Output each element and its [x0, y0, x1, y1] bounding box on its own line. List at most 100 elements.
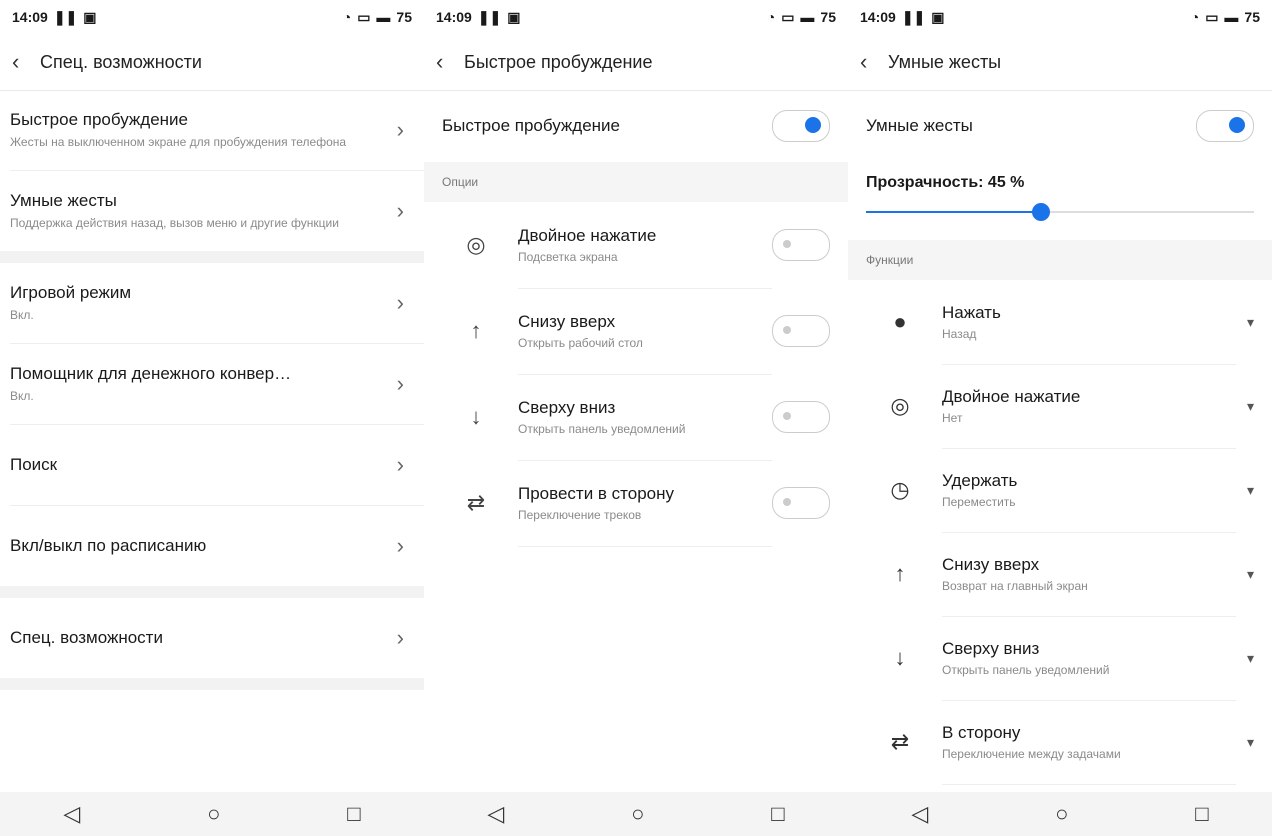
- nav-bar: ◁ ○ □: [0, 792, 424, 836]
- item-subtitle: Вкл.: [10, 388, 34, 403]
- pause-icon: ❚❚: [901, 8, 926, 25]
- option-subtitle: Открыть панель уведомлений: [518, 421, 686, 436]
- list-item-red-envelope-helper[interactable]: Помощник для денежного конвер… Вкл. ›: [0, 344, 424, 424]
- back-icon[interactable]: ‹: [12, 49, 40, 75]
- nav-home-icon[interactable]: ○: [631, 801, 644, 827]
- function-title: Нажать: [942, 302, 1001, 322]
- pause-icon: ❚❚: [53, 8, 78, 25]
- toggle-swipe-down[interactable]: [772, 401, 830, 433]
- toggle-swipe-up[interactable]: [772, 315, 830, 347]
- dropdown-arrow-icon[interactable]: ▾: [1236, 482, 1254, 499]
- page-title: Спец. возможности: [40, 51, 202, 72]
- option-subtitle: Открыть рабочий стол: [518, 335, 643, 350]
- item-subtitle: Поддержка действия назад, вызов меню и д…: [10, 215, 339, 230]
- option-swipe-side[interactable]: ⇄ Провести в сторону Переключение треков: [424, 460, 848, 547]
- smart-gestures-toggle[interactable]: [1196, 110, 1254, 142]
- app-bar: ‹ Быстрое пробуждение: [424, 34, 848, 91]
- nav-back-icon[interactable]: ◁: [911, 801, 928, 827]
- dropdown-arrow-icon[interactable]: ▾: [1236, 650, 1254, 667]
- item-subtitle: Вкл.: [10, 307, 34, 322]
- nav-back-icon[interactable]: ◁: [487, 801, 504, 827]
- double-tap-icon: ◎: [466, 232, 486, 257]
- nav-back-icon[interactable]: ◁: [63, 801, 80, 827]
- chevron-right-icon: ›: [396, 117, 404, 142]
- function-double-tap[interactable]: ◎ Двойное нажатие Нет ▾: [848, 364, 1272, 449]
- app-bar: ‹ Спец. возможности: [0, 34, 424, 91]
- smart-gestures-toggle-row[interactable]: Умные жесты: [848, 90, 1272, 162]
- option-swipe-up[interactable]: ↑ Снизу вверх Открыть рабочий стол: [424, 288, 848, 375]
- option-subtitle: Подсветка экрана: [518, 249, 618, 264]
- option-title: Провести в сторону: [518, 483, 675, 503]
- nav-recents-icon[interactable]: □: [347, 801, 360, 827]
- nav-recents-icon[interactable]: □: [1195, 801, 1208, 827]
- list-item-quick-wake[interactable]: Быстрое пробуждение Жесты на выключенном…: [0, 90, 424, 170]
- nav-recents-icon[interactable]: □: [771, 801, 784, 827]
- chevron-right-icon: ›: [396, 533, 404, 558]
- function-title: Двойное нажатие: [942, 386, 1081, 406]
- function-swipe-up[interactable]: ↑ Снизу вверх Возврат на главный экран ▾: [848, 532, 1272, 617]
- option-title: Снизу вверх: [518, 311, 616, 331]
- item-subtitle: Жесты на выключенном экране для пробужде…: [10, 134, 347, 149]
- quick-wake-toggle-row[interactable]: Быстрое пробуждение: [424, 90, 848, 162]
- back-icon[interactable]: ‹: [860, 49, 888, 75]
- status-bar: 14:09 ❚❚ ▣ ◔ ▭ ▬ 75: [424, 0, 848, 34]
- quick-wake-toggle[interactable]: [772, 110, 830, 142]
- screen-smart-gestures: 14:09 ❚❚ ▣ ◔ ▭ ▬ 75 ‹ Умные жесты Умные …: [848, 0, 1272, 836]
- item-title: Поиск: [10, 455, 58, 474]
- slider-thumb[interactable]: [1031, 203, 1050, 221]
- image-icon: ▣: [83, 8, 97, 25]
- option-subtitle: Переключение треков: [518, 507, 642, 522]
- function-subtitle: Возврат на главный экран: [942, 578, 1088, 593]
- dropdown-arrow-icon[interactable]: ▾: [1236, 314, 1254, 331]
- status-time: 14:09: [12, 9, 48, 25]
- settings-list: Быстрое пробуждение Жесты на выключенном…: [0, 90, 424, 792]
- status-time: 14:09: [860, 9, 896, 25]
- item-title: Помощник для денежного конвер…: [10, 363, 292, 383]
- item-title: Быстрое пробуждение: [10, 109, 189, 129]
- pause-icon: ❚❚: [477, 8, 502, 25]
- chevron-right-icon: ›: [396, 290, 404, 315]
- toggle-double-tap[interactable]: [772, 229, 830, 261]
- function-tap[interactable]: ● Нажать Назад ▾: [848, 280, 1272, 365]
- section-label: Опции: [424, 162, 848, 202]
- function-title: Удержать: [942, 470, 1018, 490]
- toggle-swipe-side[interactable]: [772, 487, 830, 519]
- tap-icon: ●: [893, 309, 907, 334]
- nav-home-icon[interactable]: ○: [207, 801, 220, 827]
- function-swipe-down[interactable]: ↓ Сверху вниз Открыть панель уведомлений…: [848, 616, 1272, 701]
- dropdown-arrow-icon[interactable]: ▾: [1236, 566, 1254, 583]
- option-swipe-down[interactable]: ↓ Сверху вниз Открыть панель уведомлений: [424, 374, 848, 461]
- function-subtitle: Переместить: [942, 494, 1016, 509]
- sim-icon: ▭: [781, 8, 795, 25]
- wifi-icon: ◔: [1190, 9, 1200, 25]
- list-item-accessibility[interactable]: Спец. возможности ›: [0, 598, 424, 678]
- page-title: Быстрое пробуждение: [464, 51, 653, 72]
- transparency-slider[interactable]: [866, 200, 1254, 224]
- section-label: Функции: [848, 240, 1272, 280]
- screen-quick-wake: 14:09 ❚❚ ▣ ◔ ▭ ▬ 75 ‹ Быстрое пробуждени…: [424, 0, 848, 836]
- list-item-game-mode[interactable]: Игровой режим Вкл. ›: [0, 263, 424, 343]
- option-title: Сверху вниз: [518, 397, 616, 417]
- chevron-right-icon: ›: [396, 452, 404, 477]
- swipe-side-icon: ⇄: [890, 729, 910, 754]
- image-icon: ▣: [507, 8, 521, 25]
- sim-icon: ▭: [1205, 8, 1219, 25]
- dropdown-arrow-icon[interactable]: ▾: [1236, 734, 1254, 751]
- battery-level: 75: [1244, 9, 1260, 25]
- item-title: Игровой режим: [10, 282, 132, 302]
- option-double-tap[interactable]: ◎ Двойное нажатие Подсветка экрана: [424, 202, 848, 289]
- transparency-control: Прозрачность: 45 %: [848, 162, 1272, 240]
- function-title: Сверху вниз: [942, 638, 1040, 658]
- function-swipe-side[interactable]: ⇄ В сторону Переключение между задачами …: [848, 700, 1272, 785]
- nav-home-icon[interactable]: ○: [1055, 801, 1068, 827]
- list-item-smart-gestures[interactable]: Умные жесты Поддержка действия назад, вы…: [0, 171, 424, 251]
- nav-bar: ◁ ○ □: [848, 792, 1272, 836]
- battery-icon: ▬: [800, 9, 815, 25]
- list-item-schedule[interactable]: Вкл/выкл по расписанию ›: [0, 506, 424, 586]
- status-bar: 14:09 ❚❚ ▣ ◔ ▭ ▬ 75: [848, 0, 1272, 34]
- function-hold[interactable]: ◷ Удержать Переместить ▾: [848, 448, 1272, 533]
- dropdown-arrow-icon[interactable]: ▾: [1236, 398, 1254, 415]
- list-item-search[interactable]: Поиск ›: [0, 425, 424, 505]
- app-bar: ‹ Умные жесты: [848, 34, 1272, 91]
- back-icon[interactable]: ‹: [436, 49, 464, 75]
